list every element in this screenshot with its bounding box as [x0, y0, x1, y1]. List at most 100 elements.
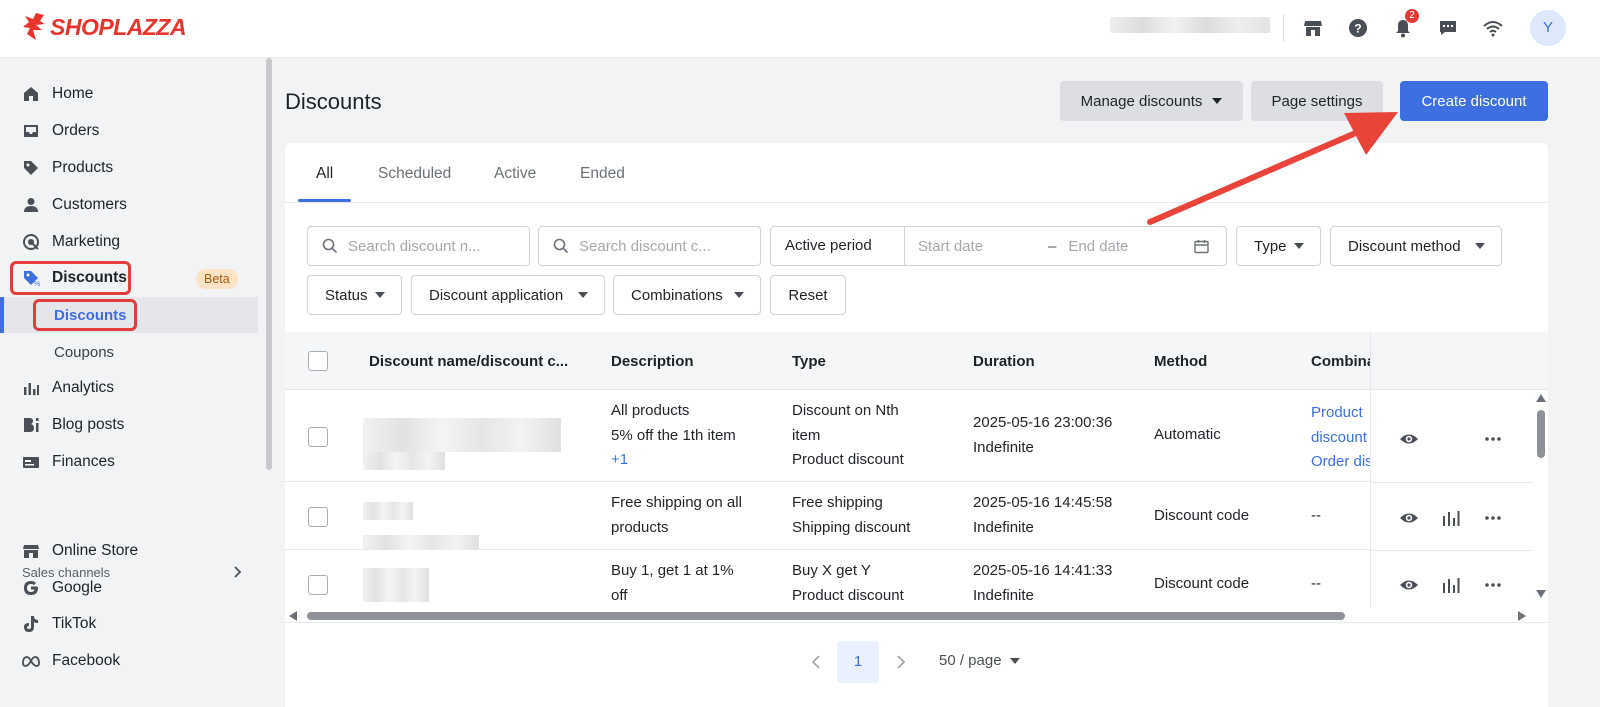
table-row[interactable]: Free shipping on all products Free shipp…	[285, 482, 1533, 553]
scroll-right-icon[interactable]	[1518, 611, 1526, 621]
sidebar-item-blog-posts[interactable]: Blog posts	[0, 407, 260, 443]
type-dropdown[interactable]: Type	[1236, 226, 1321, 266]
tab-all[interactable]: All	[316, 165, 333, 183]
avatar[interactable]: Y	[1530, 10, 1566, 46]
store-icon[interactable]	[1302, 17, 1324, 39]
scroll-up-icon[interactable]	[1536, 394, 1546, 402]
tab-active[interactable]: Active	[494, 165, 536, 183]
sidebar-subitem-label: Coupons	[54, 343, 115, 361]
duration-cell: 2025-05-16 14:45:58 Indefinite	[973, 491, 1112, 540]
reset-button[interactable]: Reset	[770, 275, 846, 315]
search-icon	[322, 238, 338, 254]
combinations-label: Combinations	[631, 286, 723, 304]
discount-method-dropdown[interactable]: Discount method	[1330, 226, 1502, 266]
sidebar-item-orders[interactable]: Orders	[0, 113, 260, 149]
type-line: Product discount	[792, 586, 904, 604]
combinations-cell[interactable]: Product discount Order dis	[1311, 401, 1371, 475]
tab-ended[interactable]: Ended	[580, 165, 625, 183]
view-icon[interactable]	[1399, 508, 1419, 528]
sidebar-item-products[interactable]: Products	[0, 150, 260, 186]
annotation-arrow	[1147, 112, 1398, 225]
row-checkbox[interactable]	[308, 427, 328, 447]
sidebar-scrollbar[interactable]	[266, 58, 272, 470]
highlight-box-discounts	[10, 261, 131, 295]
status-dropdown[interactable]: Status	[307, 275, 402, 315]
sidebar-item-label: Online Store	[52, 542, 139, 559]
table-horizontal-scrollbar[interactable]	[285, 608, 1533, 622]
meta-icon	[22, 656, 40, 667]
more-icon[interactable]	[1483, 508, 1503, 528]
tab-underline	[298, 199, 351, 202]
date-separator: –	[1048, 237, 1057, 255]
sidebar-subitem-coupons[interactable]: Coupons	[0, 334, 258, 370]
sidebar-item-home[interactable]: Home	[0, 76, 260, 112]
sidebar-item-customers[interactable]: Customers	[0, 187, 260, 223]
top-bar: SHOPLAZZA ? 2 Y	[0, 0, 1600, 58]
discount-application-dropdown[interactable]: Discount application	[411, 275, 605, 315]
sidebar-item-label: Orders	[52, 122, 100, 139]
search-name-placeholder: Search discount n...	[348, 237, 481, 255]
view-icon[interactable]	[1399, 429, 1419, 449]
description-cell: All products 5% off the 1th item +1	[611, 399, 736, 473]
caret-down-icon	[1294, 243, 1304, 249]
home-icon	[24, 87, 38, 101]
sidebar-channel-online-store[interactable]: Online Store	[0, 533, 260, 569]
analytics-icon[interactable]	[1441, 508, 1461, 528]
next-page-icon[interactable]	[894, 654, 908, 670]
shoplazza-logo[interactable]: SHOPLAZZA	[22, 12, 187, 42]
svg-text:?: ?	[1354, 22, 1361, 36]
sidebar-channel-tiktok[interactable]: TikTok	[0, 606, 260, 642]
sidebar-item-label: Home	[52, 85, 94, 102]
view-icon[interactable]	[1399, 575, 1419, 595]
actions-column	[1370, 332, 1533, 610]
column-header-description: Description	[611, 353, 694, 370]
sidebar-item-analytics[interactable]: Analytics	[0, 370, 260, 406]
search-name-input[interactable]: Search discount n...	[307, 226, 530, 266]
sidebar-item-marketing[interactable]: Marketing	[0, 224, 260, 260]
type-cell: Discount on Nth item Product discount	[792, 399, 904, 473]
status-label: Status	[325, 286, 368, 304]
table-row[interactable]: Buy 1, get 1 at 1% off Buy X get Y Produ…	[285, 550, 1533, 610]
sidebar-item-finances[interactable]: Finances	[0, 444, 260, 480]
row-checkbox[interactable]	[308, 575, 328, 595]
description-cell: Buy 1, get 1 at 1% off	[611, 559, 734, 608]
more-icon[interactable]	[1483, 429, 1503, 449]
discount-code-blurred	[363, 452, 445, 470]
end-date-input[interactable]: End date	[1068, 238, 1188, 255]
discount-method-label: Discount method	[1348, 237, 1461, 255]
more-icon[interactable]	[1483, 575, 1503, 595]
scroll-left-icon[interactable]	[289, 611, 297, 621]
wifi-icon[interactable]	[1482, 17, 1504, 39]
table-row[interactable]: All products 5% off the 1th item +1 Disc…	[285, 390, 1533, 482]
scroll-down-icon[interactable]	[1536, 590, 1546, 598]
row-divider	[1371, 482, 1533, 483]
sidebar-channel-google[interactable]: Google	[0, 570, 260, 606]
column-header-name[interactable]: Discount name/discount c...	[369, 353, 568, 370]
select-all-checkbox[interactable]	[308, 351, 328, 371]
calendar-icon[interactable]	[1194, 239, 1210, 254]
discount-name-blurred	[363, 568, 429, 602]
current-page-button[interactable]: 1	[837, 641, 879, 683]
search-code-input[interactable]: Search discount c...	[538, 226, 761, 266]
vertical-scroll-thumb[interactable]	[1537, 410, 1545, 458]
method-cell: Automatic	[1154, 426, 1221, 443]
sidebar-channel-facebook[interactable]: Facebook	[0, 643, 260, 679]
combinations-dropdown[interactable]: Combinations	[613, 275, 761, 315]
start-date-input[interactable]: Start date	[918, 238, 1038, 255]
create-discount-button[interactable]: Create discount	[1400, 81, 1548, 121]
caret-down-icon	[578, 292, 588, 298]
horizontal-scroll-thumb[interactable]	[307, 612, 1345, 620]
analytics-icon[interactable]	[1441, 575, 1461, 595]
previous-page-icon[interactable]	[809, 654, 823, 670]
page-size-select[interactable]: 50 / page	[939, 652, 1020, 669]
table-vertical-scrollbar[interactable]	[1533, 390, 1548, 610]
bar-chart-icon	[24, 383, 39, 395]
tab-scheduled[interactable]: Scheduled	[378, 165, 451, 183]
google-icon	[24, 581, 38, 595]
description-more-link[interactable]: +1	[611, 448, 736, 473]
top-divider	[1283, 14, 1284, 42]
help-icon[interactable]: ?	[1347, 17, 1369, 39]
page-size-label: 50 / page	[939, 652, 1002, 669]
chat-icon[interactable]	[1437, 17, 1459, 39]
row-checkbox[interactable]	[308, 507, 328, 527]
